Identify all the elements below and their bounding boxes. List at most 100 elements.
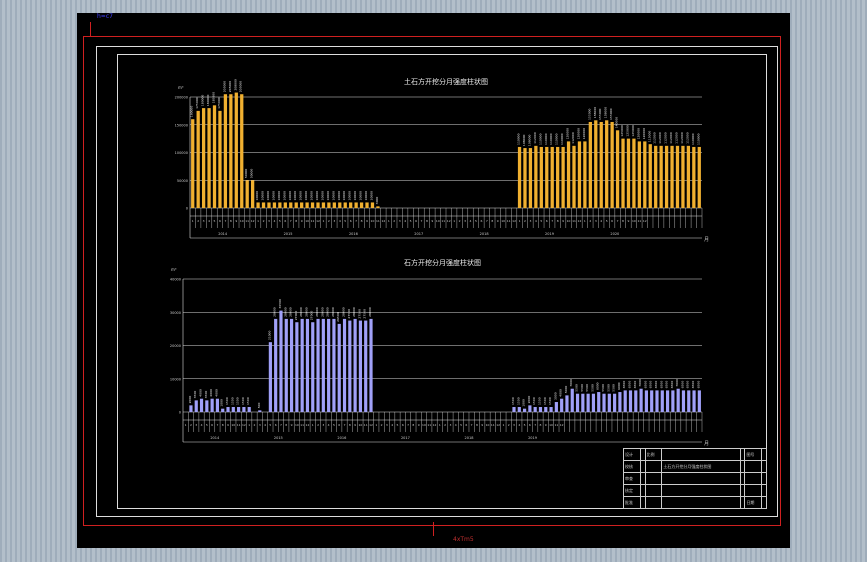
x-tick-label: 8 (361, 219, 363, 223)
bar (675, 145, 680, 208)
bar-value-label: 27500 (357, 309, 361, 319)
bar-value-label: 158000 (593, 107, 597, 119)
bar (528, 405, 532, 412)
bar-value-label: 4000 (209, 389, 213, 397)
bar-value-label: 7000 (675, 379, 679, 387)
x-tick-label: 8 (622, 219, 624, 223)
x-tick-label: 7 (407, 423, 409, 427)
bar-value-label: 6500 (659, 381, 663, 389)
x-tick-label: 3 (195, 423, 197, 427)
bar (321, 202, 326, 208)
bar (697, 146, 701, 208)
bar (231, 407, 235, 412)
bar (327, 318, 331, 412)
bar (364, 320, 368, 412)
bar (196, 110, 200, 208)
x-tick-label: 6 (275, 423, 277, 427)
bar (665, 390, 670, 412)
x-tick-label: 12 (447, 219, 451, 223)
x-tick-label: 3 (529, 219, 531, 223)
x-tick-label: 7 (551, 219, 553, 223)
bar (528, 148, 533, 208)
x-tick-label: 10 (501, 219, 505, 223)
bar-value-label: 6500 (643, 381, 647, 389)
x-tick-label: 9 (481, 423, 483, 427)
bar-value-label: 10000 (353, 191, 357, 201)
x-tick-label: 1 (519, 219, 521, 223)
bar-value-label: 28000 (315, 307, 319, 317)
bar (268, 342, 272, 412)
x-tick-label: 12 (242, 423, 246, 427)
bar (538, 407, 543, 412)
year-label: 2019 (545, 232, 554, 236)
bar (545, 146, 549, 208)
x-tick-label: 1 (257, 219, 259, 223)
bar (237, 407, 241, 412)
x-tick-label: 5 (206, 423, 208, 427)
x-tick-label: 8 (491, 219, 493, 223)
bar (311, 322, 315, 412)
year-label: 2018 (480, 232, 489, 236)
title-block-row: 设计 比例 图号 (623, 448, 767, 461)
x-tick-label: 7 (290, 219, 292, 223)
title-block-cell (761, 472, 767, 485)
bar-value-label: 155000 (609, 108, 613, 120)
bar-value-label: 108000 (522, 135, 526, 147)
bar (607, 393, 611, 412)
bar-value-label: 6500 (654, 381, 658, 389)
bar-value-label: 175000 (195, 97, 199, 109)
title-block-row: 校核 土石方开挖分月强度柱状图 (623, 460, 767, 473)
bar (337, 323, 341, 412)
bar (212, 105, 217, 208)
bar (566, 141, 571, 208)
title-block-table: 设计 比例 图号 校核 土石方开挖分月强度柱状图 审查 核定 批准 日期 (623, 448, 767, 509)
bar-value-label: 6500 (665, 381, 669, 389)
bar-value-label: 1500 (543, 397, 547, 405)
bar (602, 393, 606, 412)
bar-value-label: 10000 (320, 191, 324, 201)
bar-value-label: 3000 (553, 392, 557, 400)
bar-value-label: 10000 (342, 191, 346, 201)
bar-value-label: 155000 (587, 108, 591, 120)
bar (226, 407, 230, 412)
bar-value-label: 2000 (527, 396, 531, 404)
bar-value-label: 28000 (304, 307, 308, 317)
x-tick-label: 8 (230, 219, 232, 223)
year-label: 2020 (610, 232, 619, 236)
bar-value-label: 110000 (696, 133, 700, 145)
bar-value-label: 10000 (310, 191, 314, 201)
bar (556, 146, 560, 208)
x-tick-label: 2 (589, 219, 591, 223)
x-axis-label: 月 (704, 441, 709, 447)
y-tick-label: 50000 (177, 179, 188, 183)
x-tick-label: 4 (535, 219, 537, 223)
bar-value-label: 3500 (193, 391, 197, 399)
bar (258, 410, 262, 412)
x-tick-label: 5 (460, 423, 462, 427)
x-tick-label: 10 (632, 219, 636, 223)
y-tick-label: 150000 (175, 123, 188, 127)
bar (207, 108, 211, 208)
x-tick-label: 6 (219, 219, 221, 223)
bar-value-label: 10000 (304, 191, 308, 201)
bar (597, 392, 601, 412)
bar (332, 202, 336, 208)
bar (610, 121, 614, 208)
x-tick-label: 11 (554, 423, 558, 427)
bar (554, 402, 558, 412)
title-block-cell (761, 448, 767, 461)
bar (274, 318, 278, 412)
x-tick-label: 8 (426, 219, 428, 223)
title-block-cell: 比例 (644, 448, 663, 461)
bar-value-label: 110000 (549, 133, 553, 145)
bar (332, 318, 336, 412)
bar-value-label: 1500 (225, 397, 229, 405)
bar (632, 138, 636, 208)
x-tick-label: 4 (404, 219, 406, 223)
bar (242, 407, 246, 412)
bar-value-label: 6500 (622, 381, 626, 389)
bar (670, 145, 674, 208)
chart-title: 石方开挖分月强度柱状图 (404, 258, 481, 267)
x-tick-label: 4 (600, 219, 602, 223)
bar (305, 202, 309, 208)
